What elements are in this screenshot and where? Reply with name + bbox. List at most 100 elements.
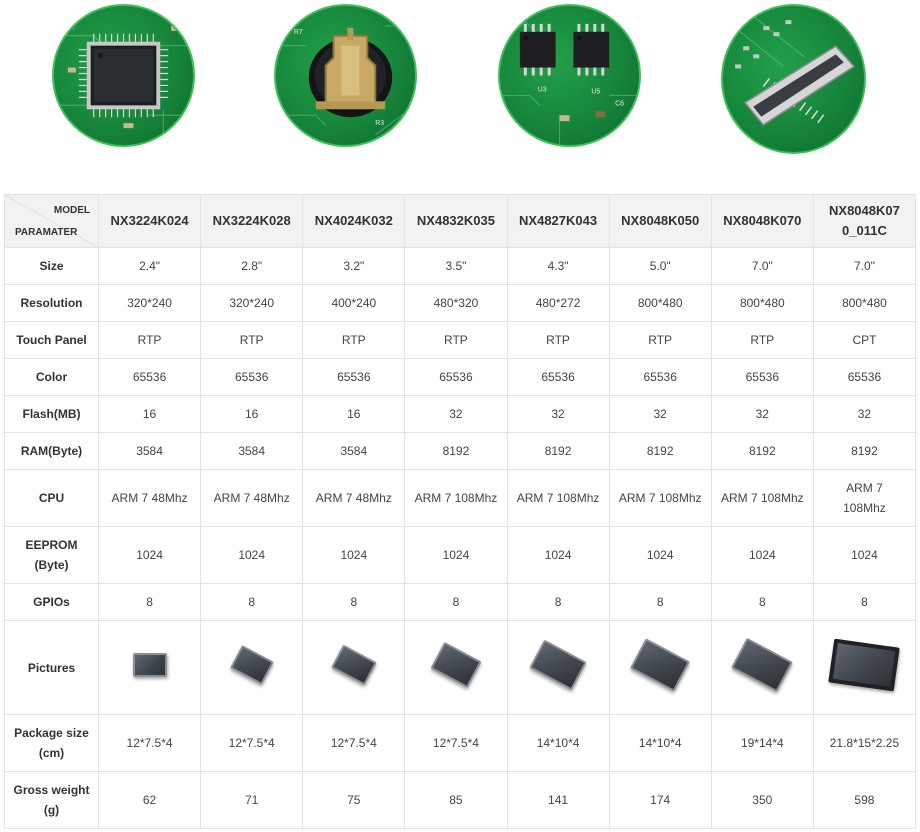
- svg-text:R3: R3: [375, 120, 384, 127]
- microcontroller-chip-icon: [52, 4, 195, 147]
- table-cell: 65536: [812, 358, 917, 396]
- table-cell: 8192: [812, 432, 917, 470]
- row-label: CPU: [4, 469, 99, 527]
- table-cell: 3584: [200, 432, 304, 470]
- table-cell: RTP: [710, 321, 814, 359]
- coin-battery-holder-icon: R7 R3: [274, 4, 417, 147]
- table-cell: 8: [200, 583, 304, 621]
- table-cell: 8: [506, 583, 610, 621]
- table-cell: 8192: [710, 432, 814, 470]
- svg-text:C6: C6: [615, 100, 624, 107]
- model-header: NX3224K024: [97, 194, 202, 248]
- row-label: RAM(Byte): [4, 432, 99, 470]
- corner-param-label: PARAMATER: [15, 227, 78, 238]
- picture-cell: [710, 620, 814, 715]
- table-cell: RTP: [302, 321, 406, 359]
- table-cell: 3584: [302, 432, 406, 470]
- table-row: Size 2.4" 2.8" 3.2" 3.5" 4.3" 5.0" 7.0" 7.0": [4, 247, 917, 285]
- table-cell: CPT: [812, 321, 917, 359]
- table-cell: 320*240: [200, 284, 304, 322]
- table-cell: ARM 7 108Mhz: [506, 469, 610, 527]
- table-cell: RTP: [200, 321, 304, 359]
- corner-model-label: MODEL: [53, 205, 90, 216]
- table-cell: 12*7.5*4: [200, 714, 304, 772]
- table-cell: RTP: [97, 321, 202, 359]
- model-header: NX3224K028: [200, 194, 304, 248]
- table-cell: RTP: [506, 321, 610, 359]
- table-cell: ARM 7 108Mhz: [608, 469, 712, 527]
- table-cell: 3.5": [404, 247, 508, 285]
- table-header-row: MODEL PARAMATER NX3224K024 NX3224K028 NX…: [4, 194, 917, 248]
- table-cell: 1024: [710, 526, 814, 584]
- spec-table: MODEL PARAMATER NX3224K024 NX3224K028 NX…: [4, 194, 917, 829]
- table-cell: ARM 7 48Mhz: [302, 469, 406, 527]
- svg-text:R7: R7: [294, 29, 303, 36]
- table-cell: RTP: [404, 321, 508, 359]
- table-row: Resolution 320*240 320*240 400*240 480*320 48…: [4, 284, 917, 322]
- table-cell: 16: [200, 395, 304, 433]
- row-label: Color: [4, 358, 99, 396]
- memory-chips-icon: U3 U5 C6: [498, 4, 641, 147]
- picture-cell: [200, 620, 304, 715]
- table-cell: 8: [302, 583, 406, 621]
- table-cell: ARM 7 48Mhz: [97, 469, 202, 527]
- table-cell: ARM 7 108Mhz: [710, 469, 814, 527]
- table-cell: 2.8": [200, 247, 304, 285]
- table-cell: 8: [608, 583, 712, 621]
- model-header: NX4827K043: [506, 194, 610, 248]
- fpc-connector-icon: [721, 4, 866, 154]
- table-cell: 19*14*4: [710, 714, 814, 772]
- table-cell: 32: [506, 395, 610, 433]
- svg-text:U3: U3: [538, 86, 547, 93]
- row-label: Package size (cm): [4, 714, 99, 772]
- table-cell: 71: [200, 771, 304, 829]
- table-cell: 8: [97, 583, 202, 621]
- table-cell: 8: [710, 583, 814, 621]
- table-cell: 12*7.5*4: [97, 714, 202, 772]
- table-cell: 4.3": [506, 247, 610, 285]
- table-cell: 85: [404, 771, 508, 829]
- table-cell: 1024: [812, 526, 917, 584]
- table-cell: 5.0": [608, 247, 712, 285]
- table-cell: 1024: [97, 526, 202, 584]
- picture-cell: [506, 620, 610, 715]
- table-cell: 14*10*4: [608, 714, 712, 772]
- row-label: Flash(MB): [4, 395, 99, 433]
- table-cell: RTP: [608, 321, 712, 359]
- model-header: NX8048K07 0_011C: [812, 194, 917, 248]
- table-cell: 480*272: [506, 284, 610, 322]
- table-cell: 320*240: [97, 284, 202, 322]
- row-label: Touch Panel: [4, 321, 99, 359]
- lcd-module-icon: [731, 637, 794, 692]
- table-row: Gross weight (g) 62 71 75 85 141 174 350 598: [4, 771, 917, 829]
- table-row: CPU ARM 7 48Mhz ARM 7 48Mhz ARM 7 48Mhz ARM …: [4, 469, 917, 527]
- table-cell: 7.0": [710, 247, 814, 285]
- row-label: GPIOs: [4, 583, 99, 621]
- row-label: Resolution: [4, 284, 99, 322]
- table-cell: ARM 7 108Mhz: [404, 469, 508, 527]
- lcd-module-icon: [430, 641, 482, 688]
- table-cell: 141: [506, 771, 610, 829]
- table-cell: 65536: [404, 358, 508, 396]
- table-row: RAM(Byte) 3584 3584 3584 8192 8192 8192 8192 819…: [4, 432, 917, 470]
- table-row: Color 65536 65536 65536 65536 65536 65536 65536…: [4, 358, 917, 396]
- table-row: Package size (cm) 12*7.5*4 12*7.5*4 12*7.5*…: [4, 714, 917, 772]
- model-header: NX4024K032: [302, 194, 406, 248]
- table-cell: 350: [710, 771, 814, 829]
- lcd-module-icon: [229, 644, 274, 685]
- table-cell: 65536: [97, 358, 202, 396]
- table-cell: 8192: [608, 432, 712, 470]
- table-cell: 65536: [200, 358, 304, 396]
- table-cell: 1024: [404, 526, 508, 584]
- model-header: NX8048K070: [710, 194, 814, 248]
- lcd-module-bezel-icon: [828, 638, 901, 691]
- table-cell: 800*480: [608, 284, 712, 322]
- table-cell: 598: [812, 771, 917, 829]
- feature-images: R7 R3 U3 U5 C6: [0, 0, 920, 160]
- table-cell: 3584: [97, 432, 202, 470]
- lcd-module-icon: [330, 644, 377, 685]
- table-cell: 65536: [302, 358, 406, 396]
- picture-cell: [97, 620, 202, 715]
- table-cell: 12*7.5*4: [302, 714, 406, 772]
- table-cell: 1024: [608, 526, 712, 584]
